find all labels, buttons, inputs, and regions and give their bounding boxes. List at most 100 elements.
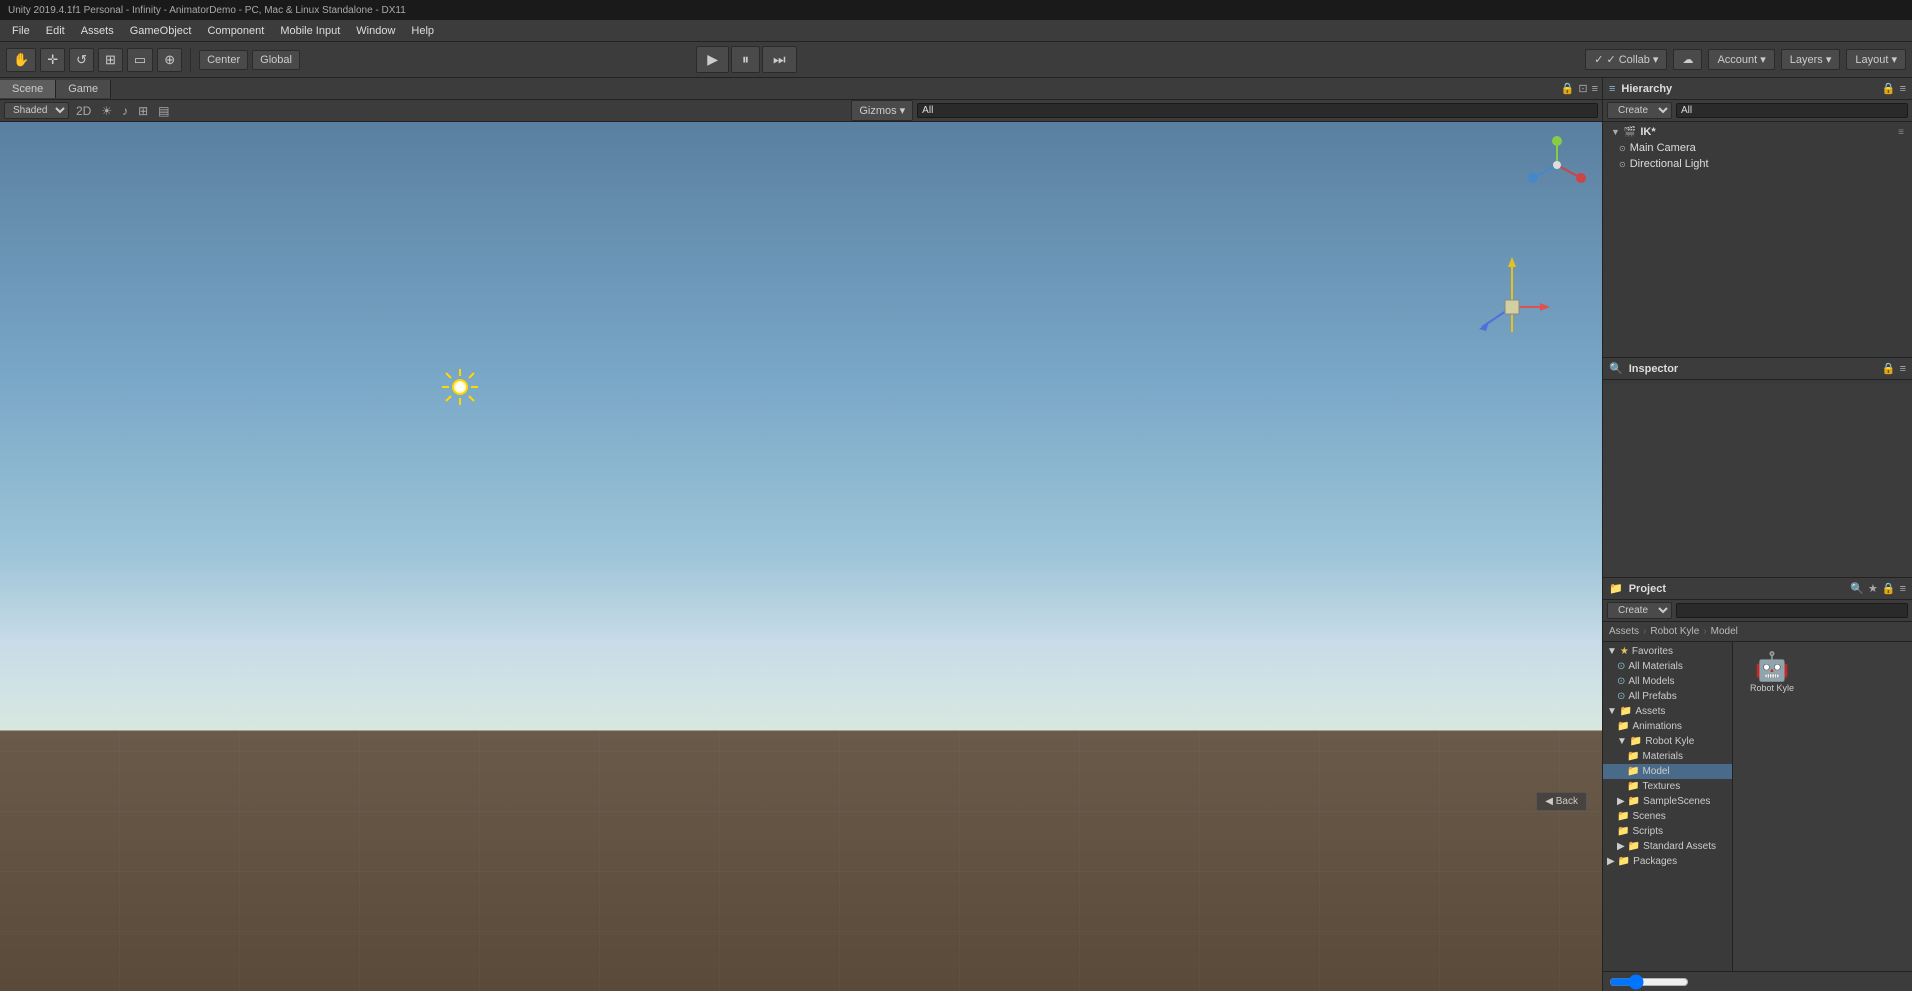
robot-kyle-file-item[interactable]: 🤖 Robot Kyle — [1737, 646, 1807, 697]
menu-component[interactable]: Component — [199, 23, 272, 39]
inspector-lock[interactable]: 🔒 — [1882, 362, 1896, 375]
layout-button[interactable]: Layout ▾ — [1846, 49, 1906, 70]
light-toggle[interactable]: ☀ — [98, 104, 115, 118]
breadcrumb-robot-kyle[interactable]: Robot Kyle — [1650, 626, 1699, 637]
scene-toolbar: Shaded 2D ☀ ♪ ⊞ ▤ Gizmos ▾ — [0, 100, 1602, 122]
play-controls: ▶ ⏸ ⏭ — [696, 46, 796, 73]
hierarchy-lock[interactable]: 🔒 — [1882, 82, 1896, 95]
hierarchy-item-directional-light[interactable]: ⊙ Directional Light — [1603, 156, 1912, 172]
sample-scenes-item[interactable]: ▶ 📁 SampleScenes — [1603, 794, 1732, 809]
gizmos-button[interactable]: Gizmos ▾ — [851, 100, 913, 121]
sample-scenes-label: SampleScenes — [1643, 796, 1710, 807]
robot-kyle-label: Robot Kyle — [1645, 736, 1694, 747]
standard-assets-item[interactable]: ▶ 📁 Standard Assets — [1603, 839, 1732, 854]
pause-button[interactable]: ⏸ — [731, 46, 760, 73]
rect-tool-button[interactable]: ▭ — [127, 48, 153, 72]
model-item[interactable]: 📁 Model — [1603, 764, 1732, 779]
scene-options[interactable]: ▤ — [155, 104, 172, 118]
collab-button[interactable]: ✓ ✓ Collab ▾ — [1585, 49, 1667, 70]
menu-edit[interactable]: Edit — [38, 23, 73, 39]
maximize-icon[interactable]: ⊡ — [1578, 82, 1587, 95]
hierarchy-root-ik[interactable]: ▼ 🎬 IK* ≡ — [1603, 124, 1912, 140]
menu-help[interactable]: Help — [403, 23, 442, 39]
zoom-slider[interactable] — [1609, 974, 1689, 990]
scene-tab-label: Scene — [12, 83, 43, 95]
inspector-menu[interactable]: ≡ — [1900, 362, 1906, 375]
favorites-expand-icon: ▼ — [1607, 646, 1617, 657]
assets-expand-icon: ▼ — [1607, 706, 1617, 717]
scene-area: Scene Game 🔒 ⊡ ≡ Shaded 2D ☀ ♪ ⊞ ▤ Gizmo… — [0, 78, 1602, 991]
menu-file[interactable]: File — [4, 23, 38, 39]
scale-tool-button[interactable]: ⊞ — [98, 48, 123, 72]
fx-toggle[interactable]: ⊞ — [135, 104, 151, 118]
assets-root[interactable]: ▼ 📁 Assets — [1603, 704, 1732, 719]
all-prefabs-item[interactable]: ⊙ All Prefabs — [1603, 689, 1732, 704]
game-tab[interactable]: Game — [56, 80, 111, 98]
model-label: Model — [1642, 766, 1669, 777]
hierarchy-create-dropdown[interactable]: Create — [1607, 102, 1672, 119]
project-header: 📁 Project 🔍 ★ 🔒 ≡ — [1603, 578, 1912, 600]
animations-folder-icon: 📁 — [1617, 721, 1629, 732]
menu-gameobject[interactable]: GameObject — [122, 23, 200, 39]
hierarchy-menu[interactable]: ≡ — [1900, 82, 1906, 95]
scenes-item[interactable]: 📁 Scenes — [1603, 809, 1732, 824]
menu-assets[interactable]: Assets — [73, 23, 122, 39]
breadcrumb-assets[interactable]: Assets — [1609, 626, 1639, 637]
all-models-item[interactable]: ⊙ All Models — [1603, 674, 1732, 689]
hierarchy-controls: 🔒 ≡ — [1882, 82, 1906, 95]
scenes-label: Scenes — [1632, 811, 1665, 822]
robot-kyle-item[interactable]: ▼ 📁 Robot Kyle — [1603, 734, 1732, 749]
all-materials-item[interactable]: ⊙ All Materials — [1603, 659, 1732, 674]
back-button[interactable]: ◀ Back — [1536, 792, 1587, 811]
all-materials-icon: ⊙ — [1617, 661, 1625, 672]
animations-item[interactable]: 📁 Animations — [1603, 719, 1732, 734]
hierarchy-search-input[interactable] — [1676, 103, 1908, 118]
project-icon: 📁 — [1609, 582, 1623, 595]
all-models-label: All Models — [1628, 676, 1674, 687]
layers-button[interactable]: Layers ▾ — [1781, 49, 1841, 70]
transform-tool-button[interactable]: ⊕ — [157, 48, 182, 72]
cloud-button[interactable]: ☁ — [1673, 49, 1702, 70]
packages-folder-icon: 📁 — [1618, 856, 1630, 867]
scripts-item[interactable]: 📁 Scripts — [1603, 824, 1732, 839]
project-lock[interactable]: 🔒 — [1882, 582, 1896, 595]
project-menu[interactable]: ≡ — [1900, 582, 1906, 595]
play-button[interactable]: ▶ — [696, 46, 729, 73]
menu-mobile-input[interactable]: Mobile Input — [272, 23, 348, 39]
audio-toggle[interactable]: ♪ — [119, 104, 131, 118]
hierarchy-item-main-camera[interactable]: ⊙ Main Camera — [1603, 140, 1912, 156]
hand-tool-button[interactable]: ✋ — [6, 48, 36, 72]
project-bottom-bar — [1603, 971, 1912, 991]
textures-item[interactable]: 📁 Textures — [1603, 779, 1732, 794]
project-controls: 🔍 ★ 🔒 ≡ — [1850, 582, 1906, 595]
menu-window[interactable]: Window — [348, 23, 403, 39]
title-bar: Unity 2019.4.1f1 Personal - Infinity - A… — [0, 0, 1912, 20]
materials-item[interactable]: 📁 Materials — [1603, 749, 1732, 764]
move-tool-button[interactable]: ✛ — [40, 48, 65, 72]
all-prefabs-label: All Prefabs — [1628, 691, 1676, 702]
favorites-root[interactable]: ▼ ★ Favorites — [1603, 644, 1732, 659]
menu-icon[interactable]: ≡ — [1592, 82, 1598, 95]
account-button[interactable]: Account ▾ — [1708, 49, 1774, 70]
project-files: 🤖 Robot Kyle — [1733, 642, 1912, 971]
lock-icon[interactable]: 🔒 — [1561, 82, 1575, 95]
rotate-tool-button[interactable]: ↺ — [69, 48, 94, 72]
project-search-input[interactable] — [1676, 603, 1908, 618]
center-button[interactable]: Center — [199, 50, 248, 70]
project-search-icon[interactable]: 🔍 — [1850, 582, 1864, 595]
gizmos-label: Gizmos — [859, 105, 896, 117]
packages-root[interactable]: ▶ 📁 Packages — [1603, 854, 1732, 869]
scene-tab[interactable]: Scene — [0, 80, 56, 98]
step-button[interactable]: ⏭ — [762, 46, 797, 73]
breadcrumb-model[interactable]: Model — [1711, 626, 1738, 637]
root-label: IK* — [1640, 126, 1655, 138]
2d-button[interactable]: 2D — [73, 104, 94, 118]
shading-dropdown[interactable]: Shaded — [4, 102, 69, 119]
transform-gizmo — [1472, 252, 1552, 332]
model-folder-icon: 📁 — [1627, 766, 1639, 777]
global-button[interactable]: Global — [252, 50, 300, 70]
scene-search-input[interactable] — [917, 103, 1598, 118]
main-camera-label: Main Camera — [1630, 142, 1696, 154]
project-star[interactable]: ★ — [1868, 582, 1878, 595]
project-create-dropdown[interactable]: Create — [1607, 602, 1672, 619]
